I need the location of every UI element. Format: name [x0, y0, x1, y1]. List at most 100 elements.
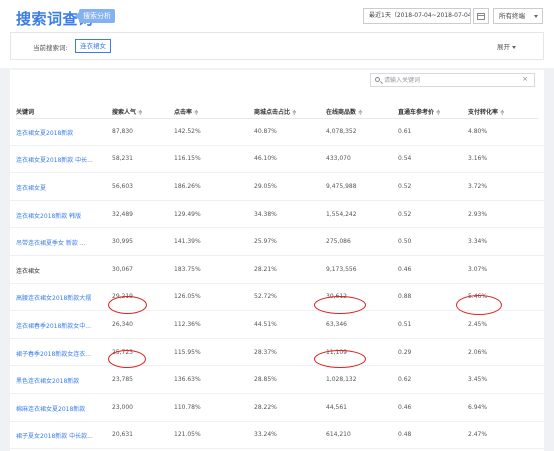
cell-pay-conversion: 2.93% [468, 210, 488, 218]
cell-pay-conversion: 3.45% [468, 376, 488, 384]
keyword-link[interactable]: 裙子夏女2018新款 中长款... [16, 431, 104, 440]
cell-search-popularity: 87,830 [112, 127, 133, 135]
cell-pay-conversion: 2.45% [468, 320, 488, 328]
keyword-link[interactable]: 高腰连衣裙女2018新款大摆 [16, 293, 104, 302]
filter-row: 当前搜索词: 连衣裙女 展开 [10, 32, 544, 60]
highlight-circle [108, 350, 146, 368]
highlight-circle [456, 295, 502, 315]
table-row: 连衣裙女夏2018新款 87,830 142.52% 40.87% 4,078,352 0… [10, 118, 544, 146]
column-header-click-rate[interactable]: 点击率 ≑ [174, 107, 250, 116]
cell-pay-conversion: 3.34% [468, 238, 488, 246]
table-row: 连衣裙女夏2018新款 中长... 58,231 116.15% 46.10% 433,… [10, 146, 544, 174]
cell-online-items: 1,028,132 [326, 376, 357, 384]
cell-mall-click-share: 29.05% [254, 182, 277, 190]
cell-ztc-ref-price: 0.51 [398, 320, 412, 328]
cell-online-items: 4,078,352 [326, 127, 357, 135]
keyword-search-input[interactable] [384, 75, 519, 85]
sort-icon[interactable]: ≑ [436, 110, 441, 116]
cell-mall-click-share: 25.97% [254, 238, 277, 246]
sort-icon[interactable]: ≑ [138, 110, 143, 116]
cell-pay-conversion: 2.06% [468, 348, 488, 356]
cell-mall-click-share: 28.85% [254, 376, 277, 384]
column-header-online-items[interactable]: 在线商品数 ≑ [326, 107, 394, 116]
keyword-link[interactable]: 黑色连衣裙女2018新款 [16, 376, 104, 385]
keyword-link[interactable]: 连衣裙女夏2018新款 [16, 128, 104, 137]
cell-mall-click-share: 52.72% [254, 293, 277, 301]
keyword-search-box[interactable]: × [370, 73, 535, 87]
cell-search-popularity: 23,785 [112, 376, 133, 384]
sort-icon[interactable]: ≑ [194, 110, 199, 116]
keyword-link[interactable]: 连衣裙春季2018新款女中... [16, 321, 104, 330]
column-header-label: 商城点击占比 [254, 109, 291, 116]
keyword-link[interactable]: 吊带连衣裙夏季女 新款 ... [16, 238, 104, 247]
cell-mall-click-share: 46.10% [254, 155, 277, 163]
cell-pay-conversion: 3.07% [468, 265, 488, 273]
cell-ztc-ref-price: 0.88 [398, 293, 412, 301]
title-badge: 搜索分析 [75, 9, 115, 23]
terminal-select[interactable]: 所有终端 [493, 8, 543, 24]
cell-click-rate: 121.05% [174, 431, 201, 439]
column-header-ztc-ref-price[interactable]: 直通车参考价 ≑ [398, 107, 464, 116]
cell-pay-conversion: 2.47% [468, 431, 488, 439]
sort-icon[interactable]: ≑ [500, 110, 505, 116]
column-header-label: 关键词 [16, 109, 35, 116]
sort-icon[interactable]: ≑ [292, 110, 297, 116]
filter-label: 当前搜索词: [33, 44, 68, 52]
column-header-label: 搜索人气 [112, 109, 137, 116]
cell-online-items: 1,554,242 [326, 210, 357, 218]
cell-click-rate: 110.78% [174, 403, 201, 411]
expand-toggle[interactable]: 展开 [497, 41, 516, 51]
cell-click-rate: 141.39% [174, 238, 201, 246]
cell-ztc-ref-price: 0.46 [398, 265, 412, 273]
cell-click-rate: 112.36% [174, 320, 201, 328]
keyword-link[interactable]: 连衣裙女夏2018新款 中长... [16, 155, 104, 164]
cell-search-popularity: 58,231 [112, 155, 133, 163]
cell-click-rate: 183.75% [174, 265, 201, 273]
cell-pay-conversion: 3.72% [468, 182, 488, 190]
cell-online-items: 44,561 [326, 403, 347, 411]
chevron-down-icon [534, 15, 538, 18]
cell-click-rate: 186.26% [174, 182, 201, 190]
search-icon [375, 77, 380, 82]
column-header-label: 在线商品数 [326, 109, 357, 116]
cell-mall-click-share: 34.38% [254, 210, 277, 218]
top-bar: 搜索词查询 搜索分析 最近1天（2018-07-04~2018-07-04） 所… [0, 0, 554, 68]
cell-search-popularity: 30,067 [112, 265, 133, 273]
keyword-link[interactable]: 连衣裙女2018新款 韩版 [16, 211, 104, 220]
cell-ztc-ref-price: 0.52 [398, 182, 412, 190]
keyword-link[interactable]: 裙子春季2018新款女连衣... [16, 349, 104, 358]
table-row: 裙子春季2018新款女连衣... 25,723 115.95% 28.37% 11,10… [10, 339, 544, 367]
keyword-link[interactable]: 连衣裙女夏 [16, 183, 104, 192]
sort-icon[interactable]: ≑ [358, 110, 363, 116]
cell-ztc-ref-price: 0.52 [398, 210, 412, 218]
expand-label: 展开 [497, 43, 510, 51]
keyword-link: 连衣裙女 [16, 267, 41, 275]
column-header-label: 支付转化率 [468, 109, 499, 116]
cell-mall-click-share: 28.22% [254, 403, 277, 411]
table-row: 连衣裙春季2018新款女中... 26,340 112.36% 44.51% 63,34… [10, 311, 544, 339]
cell-ztc-ref-price: 0.48 [398, 431, 412, 439]
cell-mall-click-share: 28.37% [254, 348, 277, 356]
cell-ztc-ref-price: 0.29 [398, 348, 412, 356]
results-panel: × 关键词搜索人气≑点击率≑商城点击占比≑在线商品数≑直通车参考价≑支付转化率≑… [10, 70, 544, 451]
column-header-mall-click-share[interactable]: 商城点击占比 ≑ [254, 107, 322, 116]
cell-ztc-ref-price: 0.54 [398, 155, 412, 163]
table-row: 连衣裙女 30,067 183.75% 28.21% 9,173,556 0.46 3.07… [10, 256, 544, 284]
table-row: 裙子夏女2018新款 中长款... 20,631 121.05% 33.24% 614,… [10, 422, 544, 450]
cell-pay-conversion: 3.16% [468, 155, 488, 163]
column-header-pay-conversion[interactable]: 支付转化率 ≑ [468, 107, 538, 116]
clear-icon[interactable]: × [522, 75, 528, 83]
cell-search-popularity: 26,340 [112, 320, 133, 328]
calendar-icon[interactable] [473, 8, 489, 24]
highlight-circle [314, 350, 366, 368]
keyword-link[interactable]: 棉麻连衣裙女夏2018新款 [16, 404, 104, 413]
cell-online-items: 9,475,988 [326, 182, 357, 190]
cell-pay-conversion: 4.80% [468, 127, 488, 135]
cell-mall-click-share: 40.87% [254, 127, 277, 135]
cell-click-rate: 129.49% [174, 210, 201, 218]
cell-search-popularity: 32,489 [112, 210, 133, 218]
column-header-search-popularity[interactable]: 搜索人气 ≑ [112, 107, 170, 116]
date-range-picker[interactable]: 最近1天（2018-07-04~2018-07-04） [363, 8, 471, 24]
cell-ztc-ref-price: 0.62 [398, 376, 412, 384]
current-keyword-tag[interactable]: 连衣裙女 [75, 39, 111, 53]
